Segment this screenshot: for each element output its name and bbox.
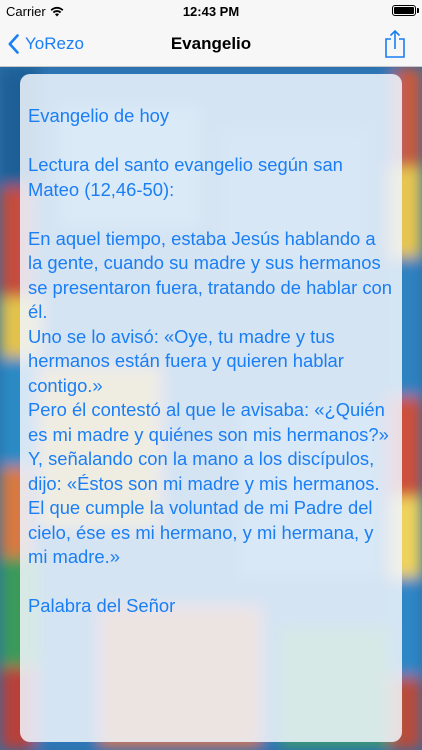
gospel-card: Evangelio de hoy Lectura del santo evang… — [20, 74, 402, 742]
navigation-bar: YoRezo Evangelio — [0, 22, 422, 67]
battery-level — [394, 7, 414, 14]
battery-icon — [392, 5, 416, 16]
gospel-heading: Evangelio de hoy — [28, 105, 170, 126]
gospel-paragraph: En aquel tiempo, estaba Jesús hablando a… — [28, 227, 392, 323]
share-icon[interactable] — [382, 29, 408, 59]
status-bar: Carrier 12:43 PM — [0, 0, 422, 22]
gospel-paragraph: Pero él contestó al que le avisaba: «¿Qu… — [28, 399, 389, 445]
status-time: 12:43 PM — [182, 4, 240, 19]
closing-line: Palabra del Señor — [28, 595, 176, 616]
gospel-paragraph: Y, señalando con la mano a los discípulo… — [28, 448, 380, 567]
battery-tip — [417, 8, 419, 13]
page-title: Evangelio — [170, 34, 252, 53]
app-screen: Carrier 12:43 PM YoRezo Evangelio Evange… — [0, 0, 422, 750]
reading-title: Lectura del santo evangelio según san Ma… — [28, 154, 343, 200]
gospel-paragraph: Uno se lo avisó: «Oye, tu madre y tus he… — [28, 325, 344, 396]
